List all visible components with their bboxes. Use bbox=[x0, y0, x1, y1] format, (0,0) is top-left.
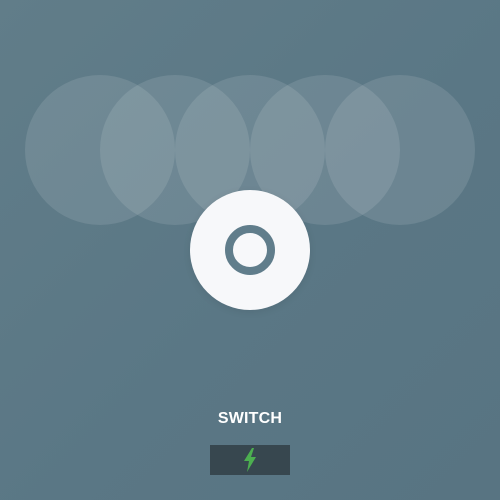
power-indicator bbox=[210, 445, 290, 475]
lightning-bolt-icon bbox=[244, 448, 256, 472]
switch-screen: SWITCH bbox=[0, 0, 500, 500]
power-ring-icon bbox=[225, 225, 275, 275]
decorative-circle bbox=[325, 75, 475, 225]
toggle-switch-button[interactable] bbox=[190, 190, 310, 310]
switch-label: SWITCH bbox=[217, 410, 283, 427]
